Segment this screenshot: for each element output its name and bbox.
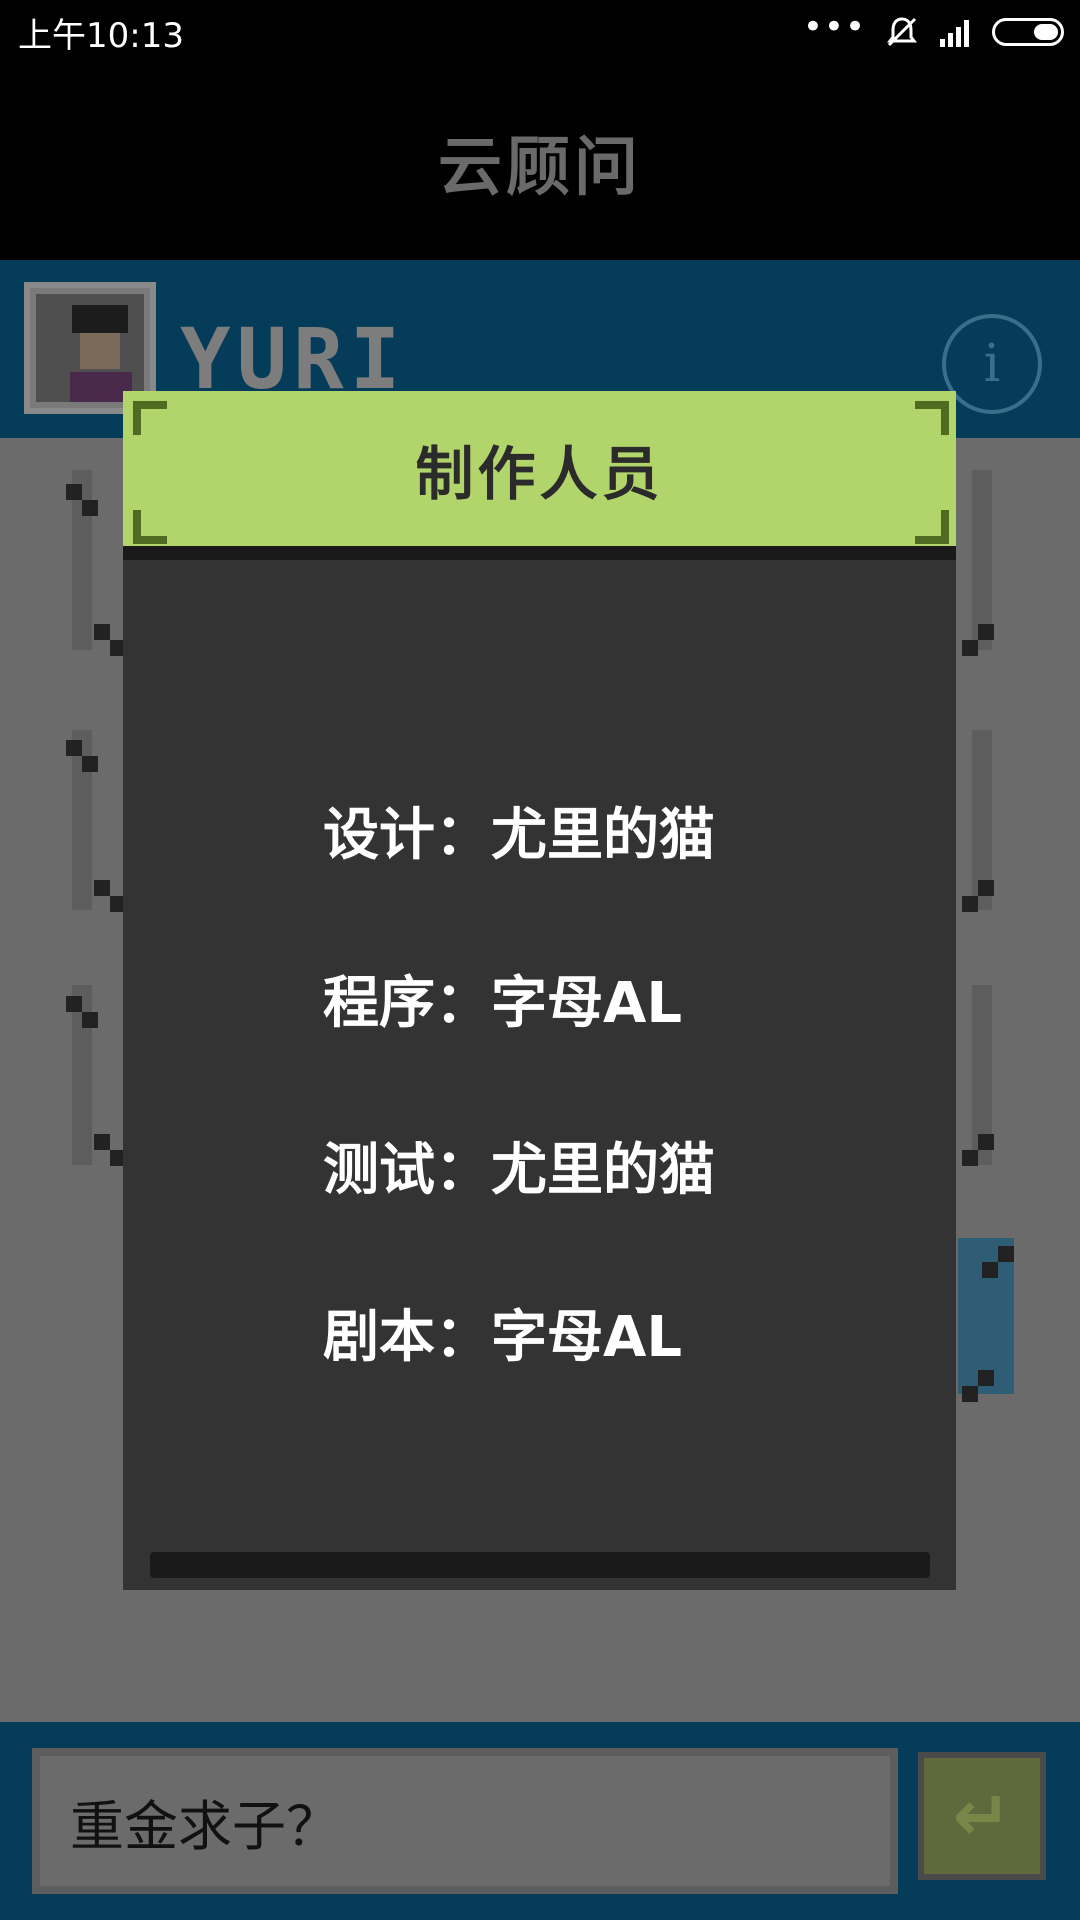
avatar-face bbox=[80, 333, 120, 369]
credit-design: 设计：尤里的猫 bbox=[323, 803, 715, 868]
bubble-corner-pixel bbox=[978, 880, 994, 896]
send-button[interactable]: ↵ bbox=[918, 1752, 1046, 1880]
info-icon: i bbox=[983, 334, 1001, 394]
corner-bracket-icon bbox=[133, 510, 167, 544]
dialog-divider bbox=[123, 546, 956, 560]
bubble-corner-pixel bbox=[962, 1386, 978, 1402]
credit-test: 测试：尤里的猫 bbox=[323, 1138, 715, 1203]
bubble-corner-pixel bbox=[82, 756, 98, 772]
message-input[interactable]: 重金求子？ bbox=[32, 1748, 898, 1894]
corner-bracket-icon bbox=[133, 401, 167, 435]
credit-program: 程序：字母AL bbox=[323, 971, 683, 1036]
bubble-corner-pixel bbox=[962, 896, 978, 912]
credit-script: 剧本：字母AL bbox=[323, 1305, 683, 1370]
bubble-corner-pixel bbox=[94, 624, 110, 640]
status-icons: ••• bbox=[802, 7, 1064, 52]
info-button[interactable]: i bbox=[942, 314, 1042, 414]
corner-bracket-icon bbox=[915, 401, 949, 435]
bubble-corner-pixel bbox=[94, 880, 110, 896]
battery-icon bbox=[992, 18, 1064, 46]
bubble-corner-pixel bbox=[998, 1246, 1014, 1262]
corner-bracket-icon bbox=[915, 510, 949, 544]
bubble-corner-pixel bbox=[82, 500, 98, 516]
bubble-corner-pixel bbox=[982, 1262, 998, 1278]
bubble-corner-pixel bbox=[962, 640, 978, 656]
bubble-corner-pixel bbox=[94, 1134, 110, 1150]
bubble-corner-pixel bbox=[66, 996, 82, 1012]
bubble-corner-pixel bbox=[962, 1150, 978, 1166]
app-title: 云顾问 bbox=[438, 131, 642, 205]
bubble-corner-pixel bbox=[978, 1370, 994, 1386]
more-dots-icon: ••• bbox=[802, 7, 866, 47]
bubble-corner-pixel bbox=[66, 484, 82, 500]
bubble-corner-pixel bbox=[978, 624, 994, 640]
bubble-corner-pixel bbox=[82, 1012, 98, 1028]
bubble-corner-pixel bbox=[978, 1134, 994, 1150]
credits-list: 设计：尤里的猫 程序：字母AL 测试：尤里的猫 剧本：字母AL bbox=[123, 560, 956, 1590]
enter-icon: ↵ bbox=[952, 1775, 1012, 1857]
dialog-title: 制作人员 bbox=[123, 391, 956, 546]
signal-icon bbox=[940, 20, 969, 47]
mute-bell-icon bbox=[887, 17, 917, 47]
status-time: 上午10:13 bbox=[18, 16, 184, 56]
bubble-corner-pixel bbox=[66, 740, 82, 756]
avatar-hair bbox=[72, 305, 128, 333]
